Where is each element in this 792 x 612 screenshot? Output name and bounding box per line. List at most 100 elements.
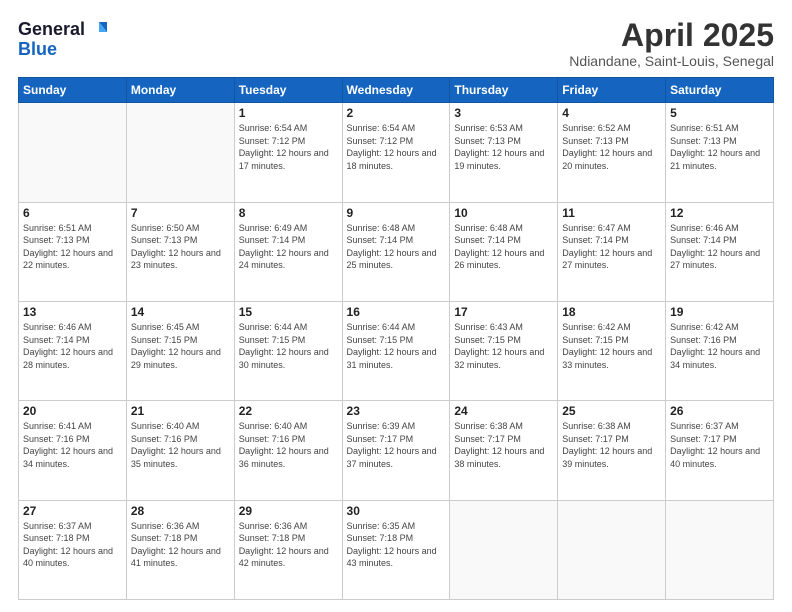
header-friday: Friday [558,78,666,103]
day-number: 21 [131,404,230,418]
day-number: 20 [23,404,122,418]
day-info: Sunrise: 6:53 AMSunset: 7:13 PMDaylight:… [454,122,553,172]
day-info: Sunrise: 6:54 AMSunset: 7:12 PMDaylight:… [347,122,446,172]
header-wednesday: Wednesday [342,78,450,103]
day-info: Sunrise: 6:40 AMSunset: 7:16 PMDaylight:… [239,420,338,470]
day-info: Sunrise: 6:40 AMSunset: 7:16 PMDaylight:… [131,420,230,470]
calendar-week-row: 6 Sunrise: 6:51 AMSunset: 7:13 PMDaylight… [19,202,774,301]
day-info: Sunrise: 6:42 AMSunset: 7:16 PMDaylight:… [670,321,769,371]
day-number: 7 [131,206,230,220]
day-number: 10 [454,206,553,220]
day-info: Sunrise: 6:45 AMSunset: 7:15 PMDaylight:… [131,321,230,371]
day-number: 19 [670,305,769,319]
calendar-week-row: 27Sunrise: 6:37 AMSunset: 7:18 PMDayligh… [19,500,774,599]
header-thursday: Thursday [450,78,558,103]
day-number: 17 [454,305,553,319]
day-number: 12 [670,206,769,220]
day-number: 24 [454,404,553,418]
calendar-week-row: 20 Sunrise: 6:41 AMSunset: 7:16 PMDayligh… [19,401,774,500]
day-number: 28 [131,504,230,518]
table-row: 22 Sunrise: 6:40 AMSunset: 7:16 PMDayligh… [234,401,342,500]
day-info: Sunrise: 6:51 AMSunset: 7:13 PMDaylight:… [23,222,122,272]
header-saturday: Saturday [666,78,774,103]
day-number: 26 [670,404,769,418]
table-row: 26 Sunrise: 6:37 AMSunset: 7:17 PMDayligh… [666,401,774,500]
weekday-header-row: Sunday Monday Tuesday Wednesday Thursday… [19,78,774,103]
table-row: 1 Sunrise: 6:54 AMSunset: 7:12 PMDaylight… [234,103,342,202]
table-row: 2 Sunrise: 6:54 AMSunset: 7:12 PMDaylight… [342,103,450,202]
day-number: 9 [347,206,446,220]
table-row: 29Sunrise: 6:36 AMSunset: 7:18 PMDayligh… [234,500,342,599]
table-row: 5 Sunrise: 6:51 AMSunset: 7:13 PMDaylight… [666,103,774,202]
day-info: Sunrise: 6:36 AMSunset: 7:18 PMDaylight:… [131,520,230,570]
day-info: Sunrise: 6:44 AMSunset: 7:15 PMDaylight:… [347,321,446,371]
logo-icon [85,18,107,40]
page: General Blue April 2025 Ndiandane, Saint… [0,0,792,612]
day-info: Sunrise: 6:41 AMSunset: 7:16 PMDaylight:… [23,420,122,470]
day-number: 2 [347,106,446,120]
table-row: 27Sunrise: 6:37 AMSunset: 7:18 PMDayligh… [19,500,127,599]
day-number: 23 [347,404,446,418]
day-number: 30 [347,504,446,518]
day-info: Sunrise: 6:51 AMSunset: 7:13 PMDaylight:… [670,122,769,172]
day-number: 29 [239,504,338,518]
header-monday: Monday [126,78,234,103]
day-info: Sunrise: 6:50 AMSunset: 7:13 PMDaylight:… [131,222,230,272]
table-row: 17 Sunrise: 6:43 AMSunset: 7:15 PMDayligh… [450,301,558,400]
table-row: 7 Sunrise: 6:50 AMSunset: 7:13 PMDaylight… [126,202,234,301]
header-sunday: Sunday [19,78,127,103]
day-info: Sunrise: 6:39 AMSunset: 7:17 PMDaylight:… [347,420,446,470]
day-info: Sunrise: 6:37 AMSunset: 7:17 PMDaylight:… [670,420,769,470]
day-info: Sunrise: 6:48 AMSunset: 7:14 PMDaylight:… [347,222,446,272]
day-number: 22 [239,404,338,418]
logo-blue: Blue [18,40,107,58]
table-row: 19 Sunrise: 6:42 AMSunset: 7:16 PMDayligh… [666,301,774,400]
header: General Blue April 2025 Ndiandane, Saint… [18,18,774,69]
table-row: 3Sunrise: 6:53 AMSunset: 7:13 PMDaylight… [450,103,558,202]
day-info: Sunrise: 6:46 AMSunset: 7:14 PMDaylight:… [23,321,122,371]
header-tuesday: Tuesday [234,78,342,103]
day-number: 5 [670,106,769,120]
title-area: April 2025 Ndiandane, Saint-Louis, Seneg… [569,18,774,69]
table-row: 12 Sunrise: 6:46 AMSunset: 7:14 PMDayligh… [666,202,774,301]
day-number: 25 [562,404,661,418]
table-row: 21 Sunrise: 6:40 AMSunset: 7:16 PMDayligh… [126,401,234,500]
day-number: 13 [23,305,122,319]
day-info: Sunrise: 6:48 AMSunset: 7:14 PMDaylight:… [454,222,553,272]
day-info: Sunrise: 6:49 AMSunset: 7:14 PMDaylight:… [239,222,338,272]
calendar-week-row: 1 Sunrise: 6:54 AMSunset: 7:12 PMDaylight… [19,103,774,202]
day-info: Sunrise: 6:38 AMSunset: 7:17 PMDaylight:… [562,420,661,470]
table-row [19,103,127,202]
table-row: 30Sunrise: 6:35 AMSunset: 7:18 PMDayligh… [342,500,450,599]
logo: General Blue [18,18,107,58]
table-row: 16 Sunrise: 6:44 AMSunset: 7:15 PMDayligh… [342,301,450,400]
day-number: 16 [347,305,446,319]
table-row: 23 Sunrise: 6:39 AMSunset: 7:17 PMDayligh… [342,401,450,500]
table-row: 24 Sunrise: 6:38 AMSunset: 7:17 PMDayligh… [450,401,558,500]
day-number: 8 [239,206,338,220]
table-row: 6 Sunrise: 6:51 AMSunset: 7:13 PMDaylight… [19,202,127,301]
day-info: Sunrise: 6:44 AMSunset: 7:15 PMDaylight:… [239,321,338,371]
day-info: Sunrise: 6:42 AMSunset: 7:15 PMDaylight:… [562,321,661,371]
location-title: Ndiandane, Saint-Louis, Senegal [569,53,774,69]
day-number: 14 [131,305,230,319]
day-info: Sunrise: 6:37 AMSunset: 7:18 PMDaylight:… [23,520,122,570]
day-info: Sunrise: 6:46 AMSunset: 7:14 PMDaylight:… [670,222,769,272]
table-row: 10 Sunrise: 6:48 AMSunset: 7:14 PMDayligh… [450,202,558,301]
day-number: 6 [23,206,122,220]
day-number: 1 [239,106,338,120]
table-row: 8 Sunrise: 6:49 AMSunset: 7:14 PMDaylight… [234,202,342,301]
table-row: 4Sunrise: 6:52 AMSunset: 7:13 PMDaylight… [558,103,666,202]
table-row [666,500,774,599]
day-info: Sunrise: 6:54 AMSunset: 7:12 PMDaylight:… [239,122,338,172]
table-row: 9 Sunrise: 6:48 AMSunset: 7:14 PMDaylight… [342,202,450,301]
table-row [126,103,234,202]
logo-general: General [18,20,85,38]
day-info: Sunrise: 6:47 AMSunset: 7:14 PMDaylight:… [562,222,661,272]
day-info: Sunrise: 6:43 AMSunset: 7:15 PMDaylight:… [454,321,553,371]
table-row [450,500,558,599]
day-info: Sunrise: 6:38 AMSunset: 7:17 PMDaylight:… [454,420,553,470]
table-row: 28 Sunrise: 6:36 AMSunset: 7:18 PMDayligh… [126,500,234,599]
table-row: 13 Sunrise: 6:46 AMSunset: 7:14 PMDayligh… [19,301,127,400]
table-row: 18Sunrise: 6:42 AMSunset: 7:15 PMDayligh… [558,301,666,400]
